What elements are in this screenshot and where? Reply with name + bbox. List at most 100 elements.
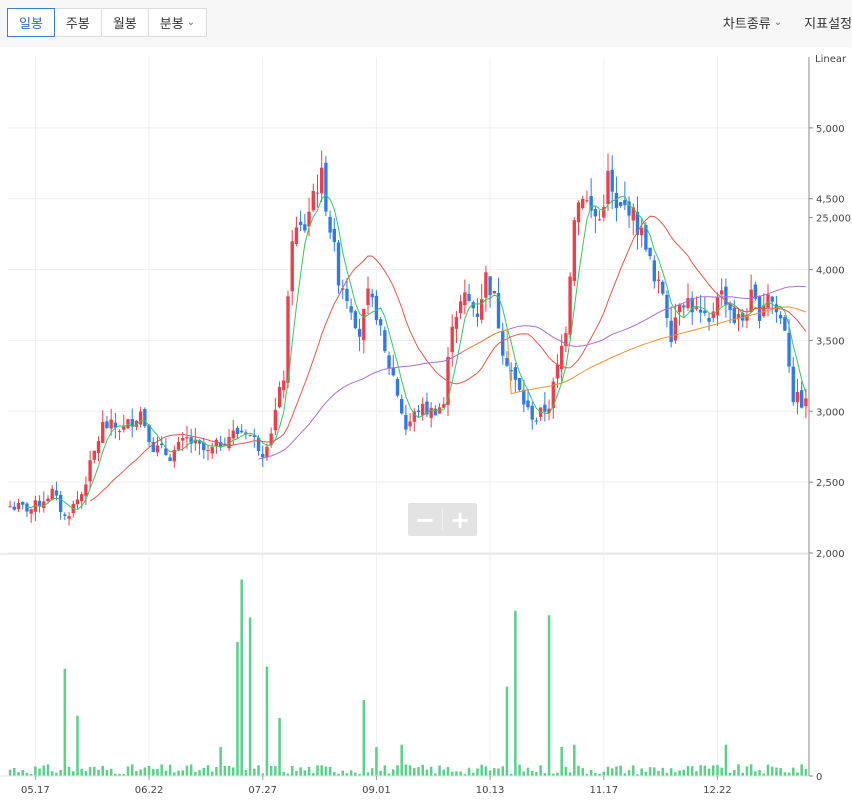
volume-bar — [602, 771, 606, 776]
price-tick-label: 4,500 — [816, 195, 845, 206]
candle-body — [261, 453, 265, 458]
volume-tick-label: 0 — [816, 772, 822, 783]
candle-body — [374, 295, 379, 321]
volume-bar — [202, 767, 206, 776]
volume-bar — [67, 766, 71, 776]
volume-bar — [173, 772, 176, 776]
candle-body — [143, 409, 147, 427]
volume-bar — [497, 768, 500, 776]
volume-bar — [408, 765, 412, 776]
candlesticks — [8, 150, 808, 526]
candle-body — [526, 400, 530, 408]
volume-bar — [17, 772, 20, 776]
tab-monthly[interactable]: 월봉 — [101, 8, 149, 37]
candle-body — [522, 389, 526, 405]
candle-body — [63, 514, 67, 516]
volume-bar — [383, 765, 387, 776]
volume-bar — [733, 770, 736, 776]
volume-bar — [303, 770, 307, 776]
volume-bar — [703, 765, 707, 776]
tab-label: 일봉 — [19, 17, 43, 32]
candle-body — [492, 290, 496, 294]
volume-bar — [560, 746, 563, 776]
price-tick-label: 5,000 — [816, 124, 845, 135]
volume-bar — [72, 771, 75, 776]
volume-bar — [227, 765, 231, 776]
volume-bar — [152, 768, 155, 776]
volume-bar — [547, 615, 551, 776]
candle-body — [568, 276, 572, 335]
volume-bar — [581, 768, 584, 776]
chart-type-dropdown[interactable]: 차트종류 ⌄ — [723, 13, 782, 32]
volume-bar — [493, 768, 496, 776]
candle-body — [378, 319, 383, 326]
candle-body — [176, 441, 181, 450]
tab-minute[interactable]: 분봉 ⌄ — [148, 8, 208, 37]
chevron-down-icon: ⌄ — [186, 17, 196, 28]
volume-bar — [290, 765, 294, 776]
volume-bar — [400, 744, 403, 776]
candle-body — [366, 288, 370, 306]
candle-body — [370, 293, 374, 298]
candle-body — [408, 421, 412, 427]
candle-body — [686, 298, 690, 309]
volume-bar — [644, 771, 648, 776]
volume-bar — [34, 766, 37, 776]
candle-body — [383, 330, 387, 352]
candle-body — [362, 308, 366, 341]
volume-bar — [682, 769, 686, 776]
volume-bar — [653, 767, 656, 776]
volume-bar — [215, 767, 218, 776]
volume-bar — [160, 764, 163, 776]
candle-body — [387, 355, 391, 369]
candle-body — [450, 326, 454, 353]
volume-bar — [50, 771, 54, 776]
zoom-out-button[interactable]: − — [408, 503, 442, 536]
candle-body — [593, 208, 598, 217]
stock-chart[interactable]: 2,000 2,500 3,000 3,500 4,000 4,500 5,000 Linea… — [0, 47, 852, 803]
volume-bar — [265, 666, 269, 776]
volume-bar — [775, 767, 778, 776]
volume-bar — [379, 770, 382, 776]
volume-bar — [754, 771, 757, 776]
volume-bar — [674, 772, 677, 776]
volume-bar — [282, 771, 286, 776]
tab-weekly[interactable]: 주봉 — [54, 8, 102, 37]
candle-body — [101, 422, 105, 443]
chart-toolbar: 일봉 주봉 월봉 분봉 ⌄ 차트종류 ⌄ 지표설정 — [0, 0, 852, 47]
volume-bar — [130, 764, 134, 776]
volume-bar — [404, 764, 408, 776]
tab-label: 주봉 — [65, 17, 90, 32]
candle-body — [185, 437, 189, 439]
zoom-in-button[interactable]: + — [443, 503, 477, 536]
volume-bar — [442, 769, 446, 776]
volume-bar — [164, 770, 168, 776]
volume-bar — [366, 772, 370, 776]
candle-body — [749, 289, 753, 313]
candle-body — [589, 196, 593, 211]
volume-bar — [185, 765, 189, 776]
candle-body — [240, 430, 244, 433]
indicator-settings-button[interactable]: 지표설정 — [804, 13, 852, 32]
candle-body — [488, 276, 492, 296]
time-tick-label: 10.13 — [476, 785, 505, 796]
candle-body — [454, 317, 459, 329]
time-tick-label: 06.22 — [135, 785, 164, 796]
volume-bar — [59, 769, 62, 776]
volume-bar — [46, 764, 50, 776]
tab-daily[interactable]: 일봉 — [7, 8, 55, 37]
volume-bar — [619, 765, 622, 776]
volume-bar — [455, 771, 458, 776]
candle-body — [353, 311, 358, 329]
tab-label: 월봉 — [112, 17, 137, 32]
volume-bar — [349, 770, 353, 776]
volume-bar — [724, 744, 728, 776]
candle-body — [105, 421, 109, 429]
volume-bar — [13, 767, 16, 776]
candle-body — [117, 431, 122, 433]
ma120-line — [464, 306, 807, 395]
candle-body — [421, 403, 425, 416]
volume-bar — [21, 770, 24, 776]
volume-bar — [518, 764, 521, 776]
volume-bar — [219, 746, 222, 776]
